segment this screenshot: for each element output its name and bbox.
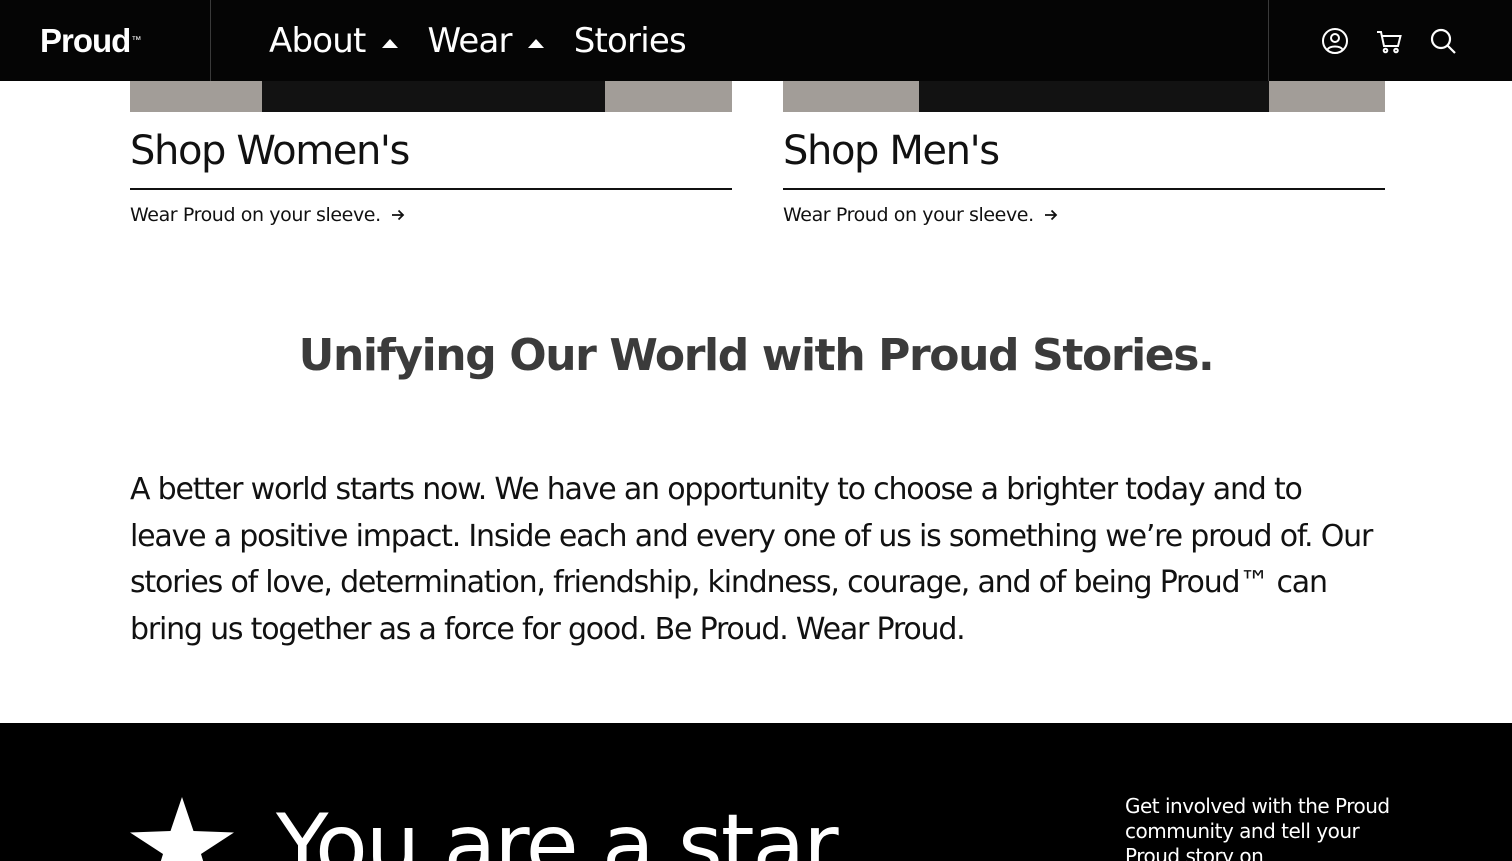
shop-women-image[interactable] bbox=[130, 81, 732, 112]
shop-men-link[interactable]: Wear Proud on your sleeve. bbox=[783, 204, 1385, 226]
shop-women-link[interactable]: Wear Proud on your sleeve. bbox=[130, 204, 732, 226]
shop-men-title[interactable]: Shop Men's bbox=[783, 128, 1385, 190]
nav-stories-label: Stories bbox=[573, 20, 687, 61]
main-menu: About Wear Stories bbox=[211, 0, 1268, 81]
brand-trademark: ™ bbox=[131, 35, 141, 46]
star-banner-blurb: Get involved with the Proud community an… bbox=[1125, 794, 1390, 861]
nav-about[interactable]: About bbox=[269, 21, 398, 61]
shop-men-image[interactable] bbox=[783, 81, 1385, 112]
header-actions bbox=[1268, 0, 1512, 81]
stories-heading: Unifying Our World with Proud Stories. bbox=[298, 330, 1215, 381]
shop-women-title[interactable]: Shop Women's bbox=[130, 128, 732, 190]
nav-about-label: About bbox=[269, 20, 366, 61]
top-navigation: Proud ™ About Wear Stories bbox=[0, 0, 1512, 81]
star-banner-title: You are a star bbox=[276, 796, 839, 861]
nav-stories[interactable]: Stories bbox=[573, 20, 687, 61]
shop-men-card[interactable]: Shop Men's Wear Proud on your sleeve. bbox=[783, 81, 1385, 226]
account-icon[interactable] bbox=[1321, 27, 1349, 55]
caret-up-icon bbox=[527, 39, 544, 48]
shop-women-card[interactable]: Shop Women's Wear Proud on your sleeve. bbox=[130, 81, 732, 226]
shop-women-subtitle: Wear Proud on your sleeve. bbox=[130, 204, 381, 226]
nav-wear-label: Wear bbox=[427, 20, 513, 61]
shop-categories: Shop Women's Wear Proud on your sleeve. … bbox=[130, 81, 1385, 226]
stories-body: A better world starts now. We have an op… bbox=[130, 472, 1373, 647]
brand-name: Proud bbox=[40, 21, 131, 59]
nav-wear[interactable]: Wear bbox=[428, 21, 544, 61]
model-figure bbox=[262, 81, 605, 112]
search-icon[interactable] bbox=[1429, 27, 1457, 55]
caret-up-icon bbox=[381, 39, 398, 48]
shop-men-subtitle: Wear Proud on your sleeve. bbox=[783, 204, 1034, 226]
arrow-right-icon bbox=[391, 209, 405, 221]
model-figure bbox=[919, 81, 1269, 112]
arrow-right-icon bbox=[1044, 209, 1058, 221]
cart-icon[interactable] bbox=[1375, 27, 1403, 55]
star-banner: You are a star Get involved with the Pro… bbox=[0, 723, 1512, 861]
star-icon bbox=[130, 797, 234, 861]
brand-logo[interactable]: Proud ™ bbox=[0, 0, 211, 81]
